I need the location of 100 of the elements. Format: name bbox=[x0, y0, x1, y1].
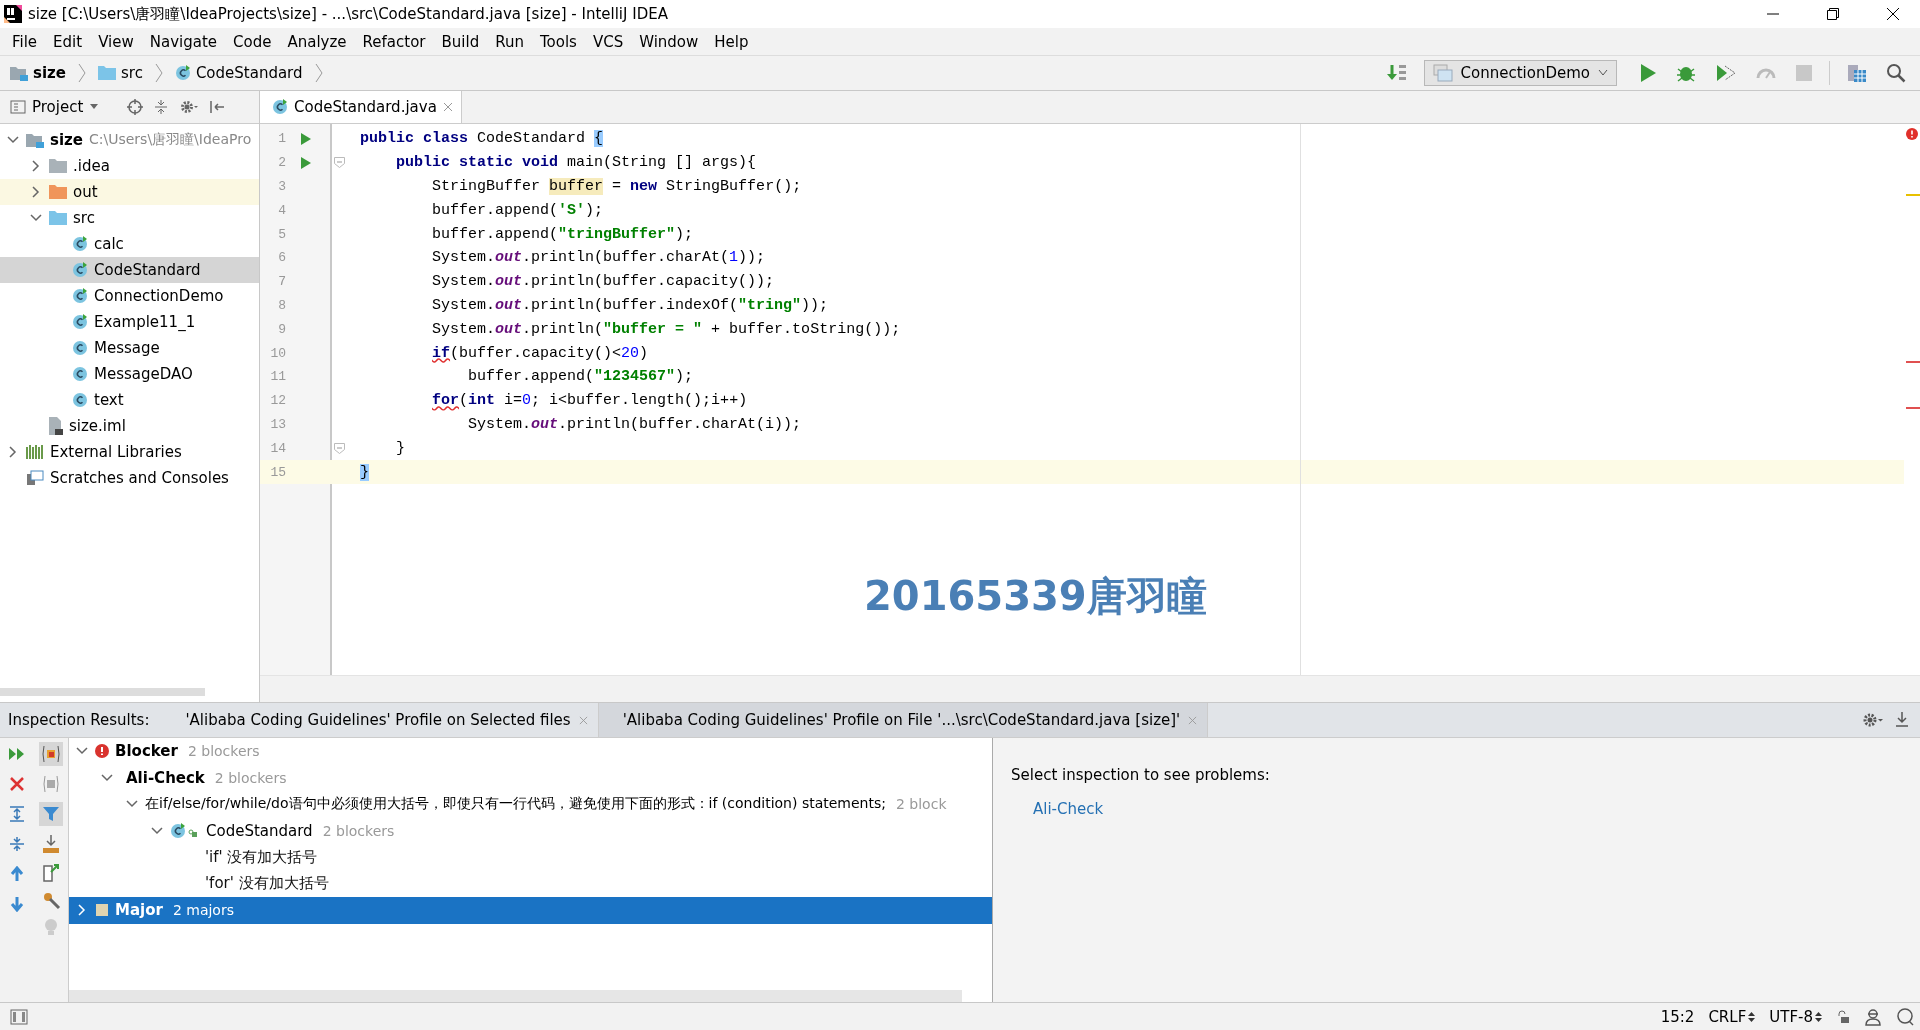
hide-panel-icon[interactable] bbox=[1894, 711, 1910, 729]
locate-icon[interactable] bbox=[127, 99, 144, 115]
tree-item[interactable]: Blocker 2 blockers bbox=[69, 738, 992, 765]
tree-item[interactable]: CodeStandard 2 blockers bbox=[69, 817, 992, 844]
settings-icon[interactable] bbox=[1862, 711, 1884, 729]
menu-item[interactable]: View bbox=[90, 30, 142, 53]
breadcrumb[interactable]: size bbox=[33, 64, 66, 82]
lock-icon[interactable] bbox=[1836, 1009, 1850, 1024]
coverage-icon[interactable] bbox=[1715, 62, 1737, 84]
wrench-icon[interactable] bbox=[41, 890, 61, 910]
results-tab[interactable]: 'Alibaba Coding Guidelines' Profile on File '...\src\CodeStandard.java [size]' bbox=[598, 703, 1209, 737]
tree-item[interactable]: 'for' 没有加大括号 bbox=[69, 870, 992, 897]
tree-item[interactable]: MessageDAO bbox=[0, 361, 259, 387]
class-icon bbox=[72, 366, 88, 382]
document-icon[interactable] bbox=[41, 862, 61, 882]
severity-square-icon bbox=[95, 903, 109, 918]
menu-item[interactable]: Tools bbox=[531, 30, 585, 53]
menu-item[interactable]: Analyze bbox=[279, 30, 355, 53]
filter-icon[interactable] bbox=[39, 802, 63, 826]
tree-item[interactable]: Major 2 majors bbox=[69, 897, 992, 924]
tree-item[interactable]: Scratches and Consoles bbox=[0, 465, 259, 491]
run-icon[interactable] bbox=[1639, 63, 1657, 83]
horizontal-scrollbar[interactable] bbox=[260, 675, 1920, 702]
search-icon[interactable] bbox=[1886, 63, 1906, 83]
group-icon[interactable] bbox=[39, 742, 63, 766]
run-icon[interactable] bbox=[300, 155, 312, 170]
code-line: public class CodeStandard { bbox=[360, 130, 604, 148]
run-configuration-dropdown[interactable]: ConnectionDemo bbox=[1423, 60, 1617, 86]
menu-item[interactable]: Navigate bbox=[141, 30, 226, 53]
windows-icon bbox=[1432, 64, 1453, 82]
project-structure-icon[interactable] bbox=[1846, 62, 1868, 84]
collapse-all-icon[interactable] bbox=[153, 99, 170, 115]
rerun-icon[interactable] bbox=[8, 746, 26, 762]
tree-item[interactable]: calc bbox=[0, 231, 259, 257]
panel-title: Inspection Results: bbox=[7, 711, 151, 729]
group-icon[interactable] bbox=[41, 774, 61, 794]
caret-position[interactable]: 15:2 bbox=[1660, 1007, 1695, 1026]
notifications-icon[interactable] bbox=[1896, 1007, 1914, 1026]
code-line: public static void main(String [] args){ bbox=[395, 154, 757, 172]
tree-item[interactable]: 'if' 没有加大括号 bbox=[69, 844, 992, 871]
tree-item[interactable]: src bbox=[0, 205, 259, 231]
menu-item[interactable]: Build bbox=[433, 30, 488, 53]
watermark-text: 20165339唐羽瞳 bbox=[864, 572, 1207, 621]
breadcrumb[interactable]: src bbox=[121, 64, 143, 82]
tree-item[interactable]: text bbox=[0, 387, 259, 413]
close-icon[interactable] bbox=[1886, 7, 1900, 21]
export-icon[interactable] bbox=[41, 834, 61, 854]
breadcrumb[interactable]: CodeStandard bbox=[195, 64, 303, 82]
line-number: 13 bbox=[269, 416, 286, 432]
tree-item[interactable]: size C:\Users\唐羽瞳\IdeaPro bbox=[0, 127, 259, 153]
class-icon bbox=[72, 392, 88, 408]
menu-item[interactable]: Run bbox=[487, 30, 532, 53]
run-icon[interactable] bbox=[300, 131, 312, 146]
tree-item[interactable]: CodeStandard bbox=[0, 257, 259, 283]
encoding-selector[interactable]: UTF-8 bbox=[1769, 1007, 1822, 1026]
line-number: 2 bbox=[277, 155, 286, 171]
up-arrow-icon[interactable] bbox=[9, 866, 25, 882]
menu-item[interactable]: File bbox=[4, 30, 46, 53]
project-view-icon bbox=[10, 99, 26, 115]
dropdown-caret-icon[interactable] bbox=[89, 103, 100, 111]
error-marker[interactable] bbox=[1906, 361, 1920, 363]
hide-panel-icon[interactable] bbox=[209, 99, 226, 115]
tree-item[interactable]: Message bbox=[0, 335, 259, 361]
menu-item[interactable]: Edit bbox=[45, 30, 91, 53]
expand-all-icon[interactable] bbox=[9, 806, 25, 822]
menu-item[interactable]: Window bbox=[631, 30, 707, 53]
tree-item[interactable]: .idea bbox=[0, 153, 259, 179]
collapse-all-icon[interactable] bbox=[9, 836, 25, 852]
down-arrow-icon[interactable] bbox=[9, 896, 25, 912]
tree-item[interactable]: size.iml bbox=[0, 413, 259, 439]
code-line: System.out.println(buffer.capacity()); bbox=[431, 273, 775, 291]
runnable-class-icon bbox=[72, 288, 88, 304]
menu-item[interactable]: Code bbox=[225, 30, 280, 53]
results-tab[interactable]: 'Alibaba Coding Guidelines' Profile on Selected files bbox=[161, 703, 599, 737]
tree-item[interactable]: External Libraries bbox=[0, 439, 259, 465]
error-marker[interactable] bbox=[1906, 407, 1920, 409]
code-line: buffer.append("tringBuffer"); bbox=[431, 225, 694, 243]
warning-marker[interactable] bbox=[1906, 194, 1920, 196]
tree-item[interactable]: 在if/else/for/while/do语句中必须使用大括号，即使只有一行代码，避免使用下面的形式：if (condition) statements; 2 block bbox=[69, 791, 992, 818]
tree-item[interactable]: out bbox=[0, 179, 259, 205]
line-separator-selector[interactable]: CRLF bbox=[1708, 1007, 1756, 1026]
tree-item[interactable]: ConnectionDemo bbox=[0, 283, 259, 309]
fold-marker-icon[interactable] bbox=[333, 442, 345, 454]
settings-icon[interactable] bbox=[179, 99, 200, 115]
menu-item[interactable]: VCS bbox=[584, 30, 632, 53]
panel-title[interactable]: Project bbox=[32, 98, 84, 116]
restore-icon[interactable] bbox=[1826, 7, 1840, 21]
menu-item[interactable]: Refactor bbox=[354, 30, 434, 53]
tool-windows-icon[interactable] bbox=[10, 1008, 28, 1025]
tree-item[interactable]: Ali-Check 2 blockers bbox=[69, 764, 992, 791]
menu-item[interactable]: Help bbox=[706, 30, 757, 53]
line-number: 6 bbox=[277, 250, 286, 266]
inspection-link[interactable]: Ali-Check bbox=[1033, 800, 1104, 818]
fold-marker-icon[interactable] bbox=[333, 157, 345, 169]
class-icon bbox=[272, 99, 288, 115]
scrollbar-thumb[interactable] bbox=[0, 688, 205, 696]
inspector-icon[interactable] bbox=[1864, 1007, 1882, 1026]
tree-item[interactable]: Example11_1 bbox=[0, 309, 259, 335]
scrollbar-thumb[interactable] bbox=[69, 990, 962, 1002]
editor-tab[interactable]: CodeStandard.java bbox=[260, 91, 462, 123]
